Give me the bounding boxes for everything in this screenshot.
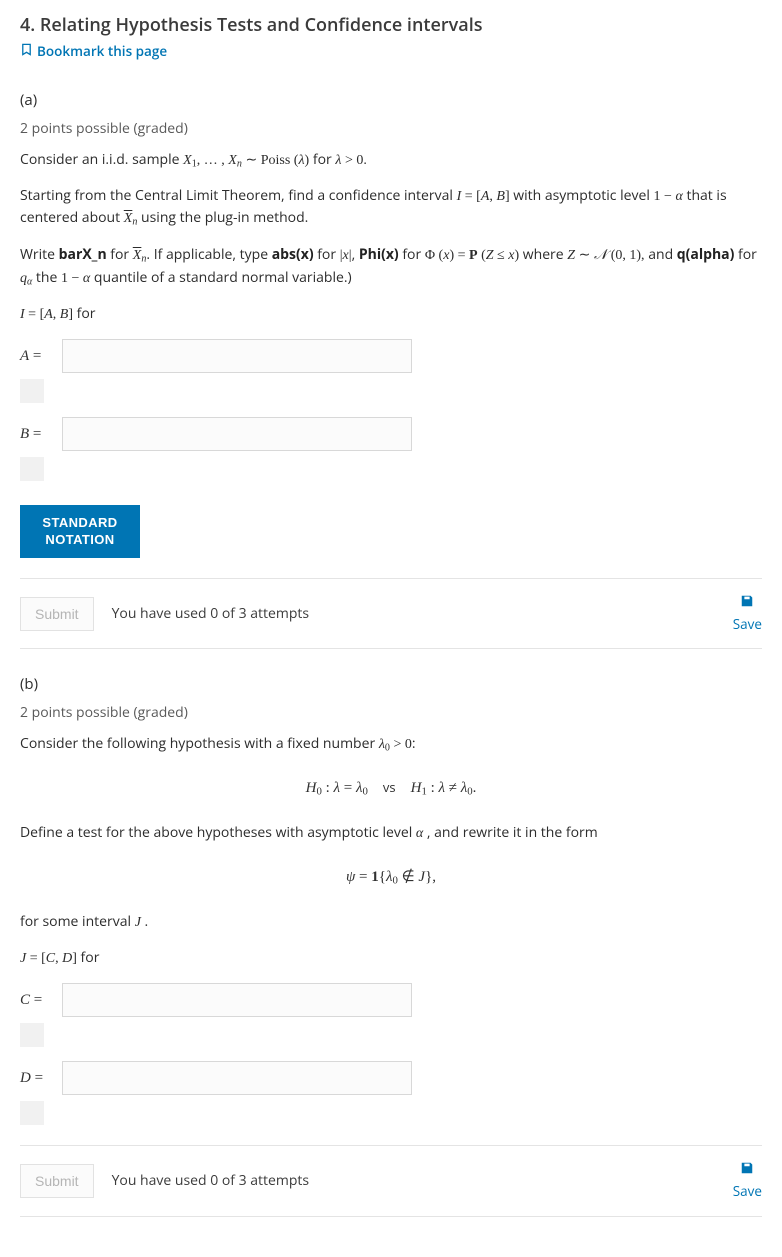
part-b-save-button[interactable]: Save xyxy=(733,1160,762,1202)
bookmark-icon xyxy=(20,41,33,61)
field-b-status xyxy=(20,457,44,481)
part-a-attempts: You have used 0 of 3 attempts xyxy=(112,603,310,624)
save-label: Save xyxy=(733,614,762,634)
part-b-display-1: H0 : λ = λ0 vs H1 : λ ≠ λ0. xyxy=(20,777,762,800)
part-b-paragraph-2: Define a test for the above hypotheses w… xyxy=(20,822,762,844)
field-d-status xyxy=(20,1101,44,1125)
save-icon xyxy=(740,1160,754,1180)
part-b-label: (b) xyxy=(20,673,762,696)
part-b-paragraph-1: Consider the following hypothesis with a… xyxy=(20,733,762,756)
field-c-status xyxy=(20,1023,44,1047)
part-b-attempts: You have used 0 of 3 attempts xyxy=(112,1170,310,1191)
part-b-interval-line: J = [C, D] for xyxy=(20,947,762,969)
field-a-status xyxy=(20,379,44,403)
field-a-label: A = xyxy=(20,345,52,368)
part-a-paragraph-1: Consider an i.i.d. sample X1, … , Xn ∼ P… xyxy=(20,149,762,172)
part-b-submit-bar: Submit You have used 0 of 3 attempts Sav… xyxy=(20,1145,762,1217)
field-c-label: C = xyxy=(20,989,52,1012)
part-b-points: 2 points possible (graded) xyxy=(20,702,762,723)
part-a-submit-bar: Submit You have used 0 of 3 attempts Sav… xyxy=(20,578,762,650)
part-a-interval-line: I = [A, B] for xyxy=(20,303,762,325)
field-b-label: B = xyxy=(20,423,52,446)
field-b-input[interactable] xyxy=(62,417,412,451)
field-c-input[interactable] xyxy=(62,983,412,1017)
part-a-points: 2 points possible (graded) xyxy=(20,118,762,139)
save-icon xyxy=(740,593,754,613)
part-a-submit-button[interactable]: Submit xyxy=(20,597,94,631)
standard-notation-button[interactable]: STANDARDNOTATION xyxy=(20,505,140,558)
part-b-display-2: ψ = 1{λ0 ∉ J}, xyxy=(20,866,762,889)
part-b-paragraph-3: for some interval J . xyxy=(20,911,762,933)
part-a-paragraph-2: Starting from the Central Limit Theorem,… xyxy=(20,185,762,230)
bookmark-label: Bookmark this page xyxy=(37,41,167,61)
part-a-label: (a) xyxy=(20,89,762,112)
field-d-input[interactable] xyxy=(62,1061,412,1095)
part-a-save-button[interactable]: Save xyxy=(733,593,762,635)
save-label: Save xyxy=(733,1181,762,1201)
part-a-paragraph-3: Write barX_n for Xn. If applicable, type… xyxy=(20,244,762,289)
field-a-input[interactable] xyxy=(62,339,412,373)
field-d-label: D = xyxy=(20,1067,52,1090)
part-b-submit-button[interactable]: Submit xyxy=(20,1164,94,1198)
bookmark-link[interactable]: Bookmark this page xyxy=(20,41,167,61)
page-title: 4. Relating Hypothesis Tests and Confide… xyxy=(20,12,762,39)
